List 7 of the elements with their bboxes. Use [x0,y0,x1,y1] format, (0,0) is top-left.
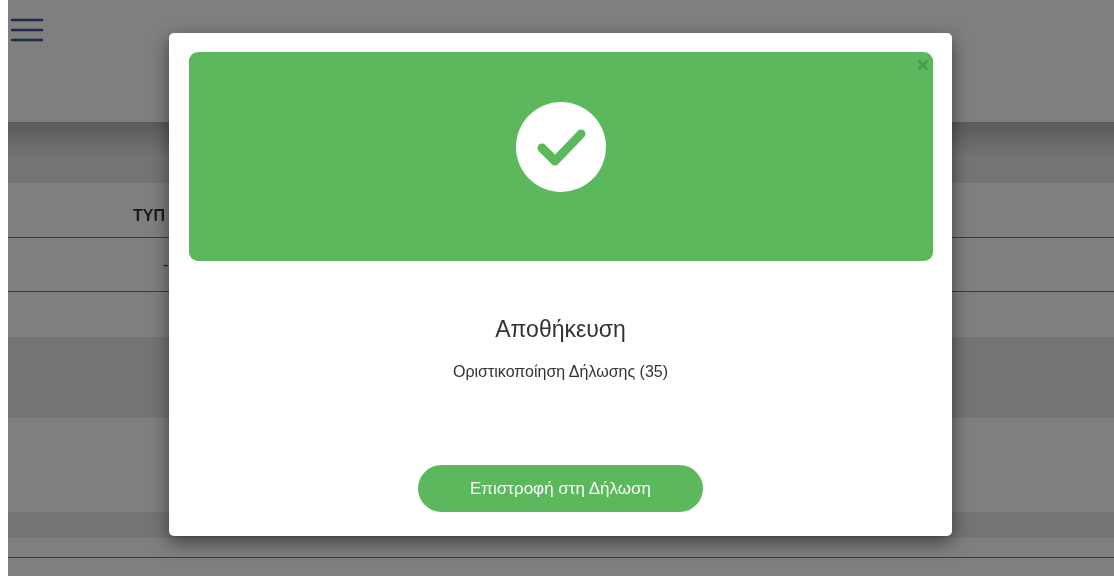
menu-icon[interactable] [10,18,44,42]
checkmark-icon [515,101,606,192]
dialog-title: Αποθήκευση [495,316,626,343]
return-button[interactable]: Επιστροφή στη Δήλωση [418,465,703,512]
column-header: ΤΥΠ [133,206,165,225]
dialog-message: Οριστικοποίηση Δήλωσης (35) [452,363,668,381]
table-cell: - [163,255,169,274]
